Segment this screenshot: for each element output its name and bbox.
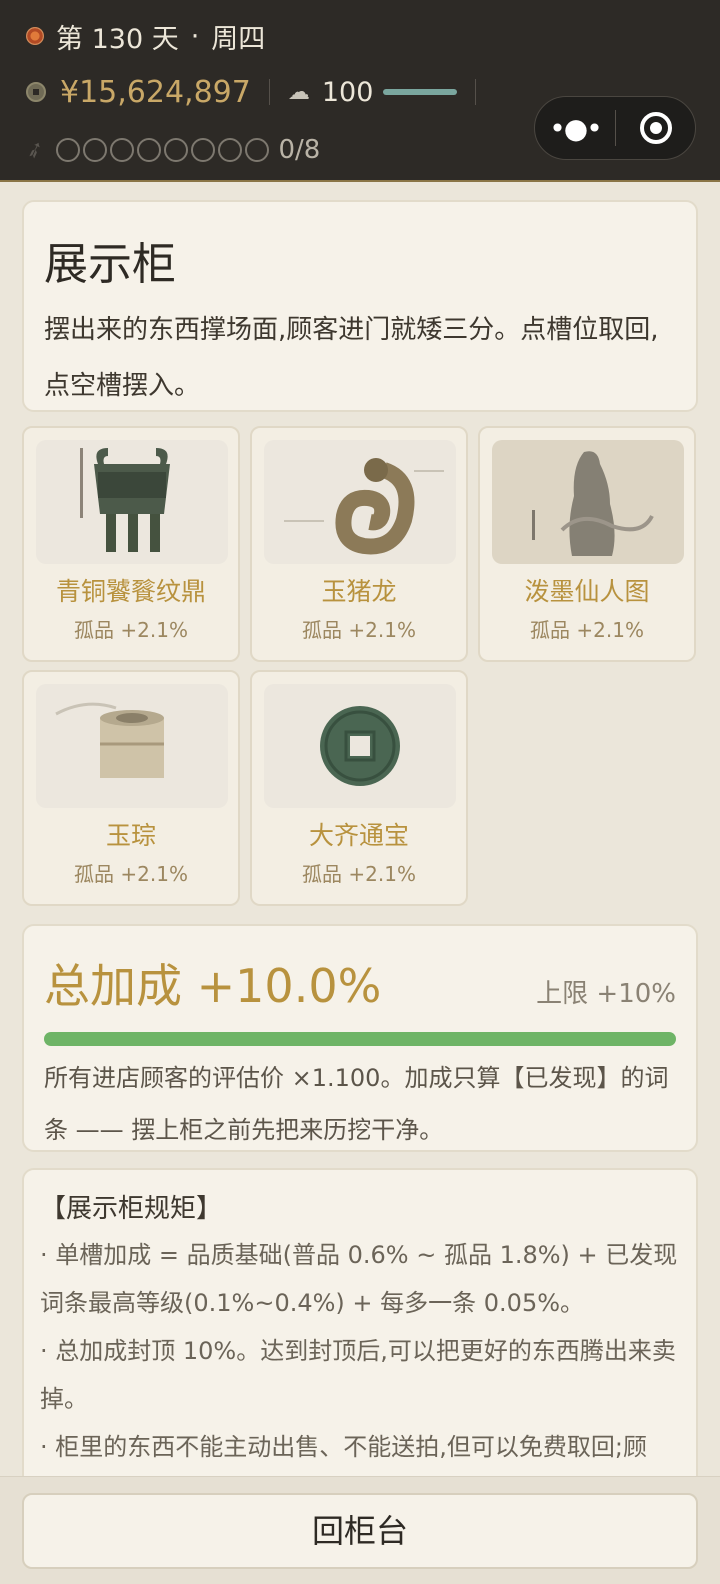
empty-slot-circle: [56, 138, 81, 162]
display-slot[interactable]: 泼墨仙人图 孤品 +2.1%: [478, 426, 696, 662]
reputation-bar: [383, 89, 458, 95]
slot-circles: [56, 138, 272, 162]
empty-slot-circle: [245, 138, 270, 162]
rule-line: · 柜里的东西不能主动出售、不能送拍,但可以免费取回;顾: [40, 1433, 647, 1461]
jade-pig-dragon-icon: [264, 440, 456, 564]
jade-cong-icon: [36, 684, 228, 808]
item-name: 泼墨仙人图: [524, 577, 650, 606]
bronze-ding-icon: [36, 440, 228, 564]
empty-slot-circle: [137, 138, 162, 162]
divider: [475, 79, 477, 105]
rule-line: · 总加成封顶 10%。达到封顶后,可以把更好的东西腾出来卖掉。: [40, 1337, 676, 1413]
total-header: 总加成 +10.0% 上限 +10%: [44, 950, 676, 1016]
item-bonus: 孤品 +2.1%: [530, 618, 644, 642]
money-row: ¥15,624,897 ☁ 100: [26, 70, 494, 114]
cloud-icon: ☁: [287, 79, 310, 105]
total-bonus-value: 总加成 +10.0%: [44, 959, 382, 1013]
day-row: 第 130 天 · 周四: [26, 16, 265, 56]
empty-slot-circle: [83, 138, 108, 162]
reputation-value: 100: [321, 76, 374, 108]
intro-card: 展示柜 摆出来的东西撑场面,顾客进门就矮三分。点槽位取回,点空槽摆入。: [22, 200, 698, 412]
item-name: 玉琮: [105, 821, 156, 850]
empty-slot-circle: [218, 138, 243, 162]
display-slot[interactable]: 玉琮 孤品 +2.1%: [22, 670, 240, 906]
item-bonus: 孤品 +2.1%: [74, 618, 188, 642]
rule-line: · 单槽加成 = 品质基础(普品 0.6% ~ 孤品 1.8%) + 已发现词条…: [40, 1241, 678, 1317]
total-description: 所有进店顾客的评估价 ×1.100。加成只算【已发现】的词条 —— 摆上柜之前先…: [44, 1064, 669, 1144]
more-menu-icon[interactable]: •●•: [535, 112, 615, 145]
empty-slot-circle: [191, 138, 216, 162]
miniprogram-capsule: •●•: [534, 96, 696, 160]
coin-icon: [26, 82, 46, 102]
coin-daqi-tongbao-icon: [264, 684, 456, 808]
item-bonus: 孤品 +2.1%: [74, 862, 188, 886]
rules-card: 【展示柜规矩】 · 单槽加成 = 品质基础(普品 0.6% ~ 孤品 1.8%)…: [22, 1168, 698, 1508]
empty-slot-circle: [164, 138, 189, 162]
total-bonus-card: 总加成 +10.0% 上限 +10% 所有进店顾客的评估价 ×1.100。加成只…: [22, 924, 698, 1152]
page-title: 展示柜: [44, 239, 176, 290]
slots-count: 0/8: [278, 135, 321, 165]
rules-title: 【展示柜规矩】: [40, 1194, 223, 1224]
item-name: 大齐通宝: [308, 821, 409, 850]
day-separator: ·: [190, 20, 200, 52]
weekday-label: 周四: [211, 23, 266, 55]
display-slot[interactable]: 大齐通宝 孤品 +2.1%: [250, 670, 468, 906]
item-name: 青铜饕餮纹鼎: [55, 577, 206, 606]
slots-row: ➶ 0/8: [22, 128, 321, 172]
money-value: ¥15,624,897: [60, 74, 251, 110]
display-slot[interactable]: 玉猪龙 孤品 +2.1%: [250, 426, 468, 662]
divider: [268, 79, 270, 105]
item-bonus: 孤品 +2.1%: [302, 862, 416, 886]
item-bonus: 孤品 +2.1%: [302, 618, 416, 642]
display-slot[interactable]: 青铜饕餮纹鼎 孤品 +2.1%: [22, 426, 240, 662]
sun-dot-icon: [26, 27, 44, 45]
item-name: 玉猪龙: [321, 577, 397, 606]
back-to-counter-button[interactable]: 回柜台: [22, 1493, 698, 1569]
ink-immortal-painting-icon: [492, 440, 684, 564]
capsule-divider: [615, 110, 616, 146]
empty-slot-circle: [110, 138, 135, 162]
bonus-progress-bar: [44, 1032, 676, 1046]
day-label: 第 130 天: [56, 23, 179, 55]
intro-description: 摆出来的东西撑场面,顾客进门就矮三分。点槽位取回,点空槽摆入。: [44, 315, 659, 401]
close-target-icon[interactable]: [640, 112, 672, 144]
status-bar: 第 130 天 · 周四 ¥15,624,897 ☁ 100 ➶ 0/8 •●•: [0, 0, 720, 182]
bonus-limit: 上限 +10%: [536, 979, 676, 1009]
bottom-bar: 回柜台: [0, 1476, 720, 1584]
feather-icon: ➶: [22, 135, 49, 165]
